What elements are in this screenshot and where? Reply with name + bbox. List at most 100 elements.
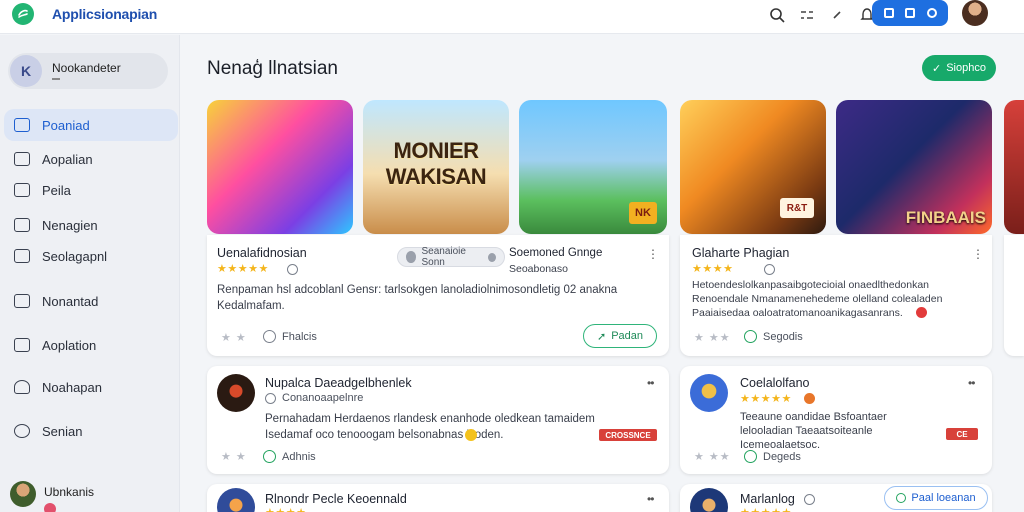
kebab-menu-icon[interactable]: ⋮ bbox=[647, 247, 659, 261]
check-icon: ✓ bbox=[932, 62, 942, 75]
account-status-line bbox=[52, 78, 60, 80]
settings-icon bbox=[14, 424, 30, 438]
game-thumbnail-2[interactable]: MONIER WAKISAN bbox=[363, 100, 509, 234]
sidebar-item-4[interactable]: Seolagapnl bbox=[4, 240, 178, 272]
sidebar-item-label: Peila bbox=[42, 182, 71, 198]
card-meta: Adhnis bbox=[263, 450, 316, 463]
primary-action-button[interactable]: ✓ Siophco bbox=[922, 55, 996, 81]
list-card[interactable]: Nupalca Daeadgelbhenlek Conanoaapelnre •… bbox=[207, 366, 669, 474]
sidebar-item-label: Aoplation bbox=[42, 337, 97, 353]
card-title: Nupalca Daeadgelbhenlek bbox=[265, 376, 412, 390]
rating-stars: ★★★★★ bbox=[217, 263, 269, 275]
game-thumbnail-3[interactable]: NK bbox=[519, 100, 667, 234]
game-thumbnail-5[interactable]: FINBAAIS bbox=[836, 100, 992, 234]
grey-stars: ★ ★ bbox=[221, 332, 247, 344]
kebab-menu-icon[interactable]: ⋮ bbox=[972, 247, 984, 261]
more-horizontal-icon[interactable]: •• bbox=[647, 492, 654, 506]
game-thumbnail-6[interactable] bbox=[1004, 100, 1024, 234]
list-icon bbox=[14, 183, 30, 197]
info-icon bbox=[804, 494, 815, 505]
more-horizontal-icon[interactable]: •• bbox=[968, 376, 975, 390]
sidebar-item-label: Aopalian bbox=[42, 151, 93, 167]
tag-pill-label: Seanaioie Sonn bbox=[421, 246, 466, 268]
info-icon bbox=[764, 264, 775, 275]
tag-icon bbox=[406, 251, 417, 263]
top-bar: Applicsionapian bbox=[0, 0, 1024, 34]
play-icon: ➚ bbox=[596, 330, 607, 343]
list-card[interactable]: Rlnondr Pecle Keoennald ★★★★ •• bbox=[207, 484, 669, 512]
card-action-label: Paal loeanan bbox=[911, 492, 976, 504]
quick-actions-button[interactable] bbox=[872, 0, 948, 26]
sidebar-item-6[interactable]: Aoplation bbox=[4, 329, 178, 361]
filter-icon[interactable] bbox=[798, 6, 816, 24]
card-description: Pernahadam Herdaenos rlandesk enanhode o… bbox=[265, 413, 595, 441]
game-card-partial[interactable] bbox=[1004, 235, 1024, 356]
card-sub: Conanoaapelnre bbox=[265, 392, 363, 404]
sidebar-item-0[interactable]: Poaniad bbox=[4, 109, 178, 141]
card-meta-label: Adhnis bbox=[282, 450, 316, 463]
sidebar-item-label: Senian bbox=[42, 423, 83, 439]
list-card[interactable]: Marlanlog ★★★★★ Paal loeanan bbox=[680, 484, 992, 512]
list-card[interactable]: Coelalolfano ★★★★★ •• Teeaune oandidae B… bbox=[680, 366, 992, 474]
sidebar-item-label: Nenagien bbox=[42, 217, 98, 233]
rating-stars: ★★★★ bbox=[692, 263, 734, 275]
status-badge: CROSSNCE bbox=[599, 429, 657, 441]
top-icons bbox=[768, 5, 876, 25]
tag-pill[interactable]: Seanaioie Sonn bbox=[397, 246, 505, 268]
game-card[interactable]: Uenalafidnosian ★★★★★ Seanaioie Sonn Soe… bbox=[207, 235, 669, 356]
status-badge: CE bbox=[946, 428, 978, 440]
sidebar-item-8[interactable]: Senian bbox=[4, 415, 178, 447]
box-icon bbox=[14, 294, 30, 308]
game-icon bbox=[690, 374, 728, 412]
game-icon bbox=[217, 374, 255, 412]
search-icon[interactable] bbox=[768, 6, 786, 24]
card-icon bbox=[14, 338, 30, 352]
sidebar: K Nookandeter Poaniad Aopalian Peila Nen… bbox=[0, 35, 180, 512]
info-icon bbox=[287, 264, 298, 275]
clock-icon bbox=[263, 330, 276, 343]
profile-avatar[interactable] bbox=[962, 0, 988, 26]
card-action-button[interactable]: Paal loeanan bbox=[884, 486, 988, 510]
sidebar-item-label: Noahapan bbox=[42, 379, 102, 395]
sidebar-item-2[interactable]: Peila bbox=[4, 174, 178, 206]
game-icon bbox=[690, 488, 728, 512]
thumbnail-title: MONIER WAKISAN bbox=[385, 138, 487, 189]
card-title: Glaharte Phagian bbox=[692, 246, 790, 260]
rating-stars: ★★★★ bbox=[265, 506, 306, 512]
grey-stars: ★ ★★ bbox=[694, 451, 731, 463]
secondary-title: Soemoned Gnnge bbox=[509, 247, 603, 259]
sidebar-item-3[interactable]: Nenagien bbox=[4, 209, 178, 241]
people-icon bbox=[14, 380, 30, 394]
thumbnail-title: FINBAAIS bbox=[905, 208, 986, 227]
sidebar-item-label: Nonantad bbox=[42, 293, 99, 309]
game-thumbnail-4[interactable]: R&T bbox=[680, 100, 826, 234]
check-circle-icon bbox=[263, 450, 276, 463]
card-meta: Segodis bbox=[744, 330, 803, 343]
grey-stars: ★ ★ bbox=[221, 451, 247, 463]
game-card[interactable]: Glaharte Phagian ★★★★ ⋮ Hetoendeslolkanp… bbox=[680, 235, 992, 356]
emoji-icon bbox=[465, 429, 477, 441]
card-meta: Fhalcis bbox=[263, 330, 317, 343]
sidebar-item-1[interactable]: Aopalian bbox=[4, 143, 178, 175]
card-title: Uenalafidnosian bbox=[217, 246, 307, 260]
more-icon[interactable] bbox=[828, 6, 846, 24]
page-icon bbox=[14, 249, 30, 263]
app-logo-icon[interactable] bbox=[12, 3, 34, 25]
play-icon bbox=[896, 493, 907, 503]
notification-badge bbox=[44, 503, 56, 512]
card-meta: Degeds bbox=[744, 450, 801, 463]
app-title: Applicsionapian bbox=[52, 6, 158, 22]
account-switcher[interactable]: K Nookandeter bbox=[8, 53, 168, 89]
page-title: Nenaģ llnatsian bbox=[207, 58, 338, 79]
info-icon bbox=[265, 392, 276, 404]
more-horizontal-icon[interactable]: •• bbox=[647, 376, 654, 390]
sidebar-footer-user[interactable]: Ubnkanis bbox=[8, 481, 178, 512]
game-thumbnail-1[interactable] bbox=[207, 100, 353, 234]
calendar-icon bbox=[14, 118, 30, 132]
rating-stars: ★★★★★ bbox=[740, 393, 792, 405]
close-icon bbox=[488, 252, 497, 262]
alert-icon bbox=[916, 307, 927, 318]
sidebar-item-5[interactable]: Nonantad bbox=[4, 285, 178, 317]
sidebar-item-7[interactable]: Noahapan bbox=[4, 371, 178, 403]
card-action-button[interactable]: ➚ Padan bbox=[583, 324, 657, 348]
